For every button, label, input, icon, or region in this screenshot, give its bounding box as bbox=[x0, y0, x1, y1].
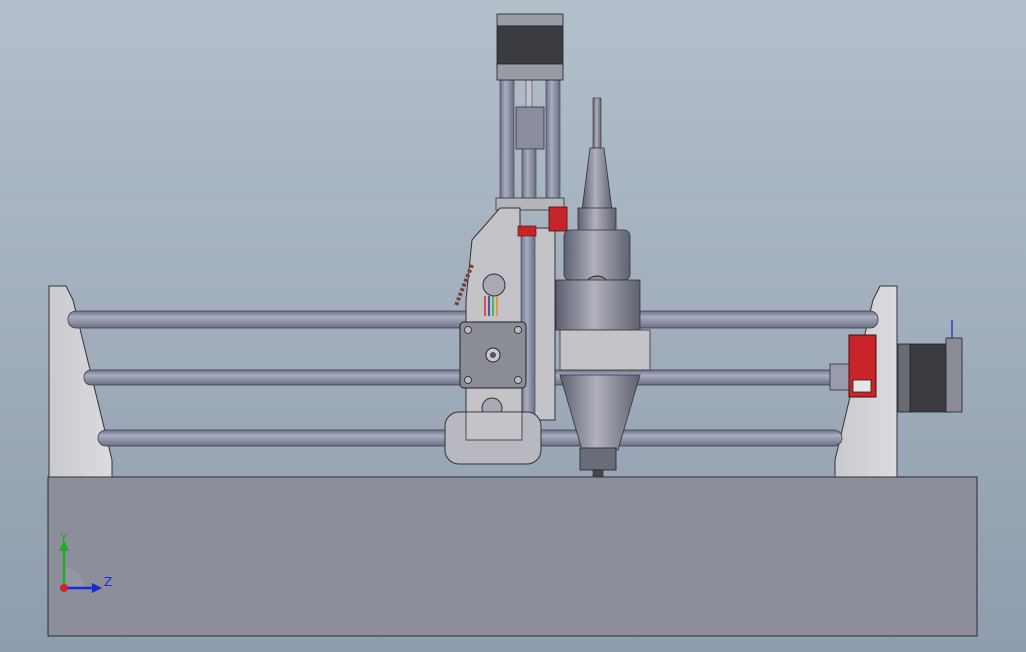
spindle-body-upper bbox=[563, 229, 631, 281]
carriage-stepper-motor-icon[interactable] bbox=[459, 321, 527, 389]
spindle-antenna bbox=[592, 97, 602, 149]
spindle-bit bbox=[592, 469, 604, 477]
carriage-motor-shaft-inner bbox=[490, 352, 496, 358]
base-plate[interactable] bbox=[47, 476, 978, 637]
motor-endcap bbox=[945, 337, 963, 413]
x-axis-dot bbox=[60, 584, 68, 592]
driver-connector bbox=[852, 379, 872, 393]
screw-tl bbox=[464, 326, 472, 334]
z-axis-label: Z bbox=[104, 575, 112, 589]
z-motor-body bbox=[496, 25, 564, 69]
z-axis-assembly[interactable] bbox=[495, 13, 565, 211]
motor-flange bbox=[897, 343, 911, 413]
spindle-chuck bbox=[579, 447, 617, 471]
screw-bl bbox=[464, 376, 472, 384]
carriage-red-tab bbox=[548, 206, 568, 232]
z-rod-left bbox=[499, 79, 515, 203]
z-coupler bbox=[515, 106, 545, 150]
carriage-red-tab-small bbox=[517, 225, 537, 237]
motor-body bbox=[909, 343, 951, 413]
screw-tr bbox=[514, 326, 522, 334]
screw-br bbox=[514, 376, 522, 384]
z-motor-bottom bbox=[496, 63, 564, 81]
spindle-body-mid bbox=[555, 279, 641, 331]
cad-viewport[interactable]: Y Z bbox=[0, 0, 1026, 652]
y-axis-label: Y bbox=[59, 531, 68, 545]
carriage-bearing-top bbox=[482, 273, 506, 297]
z-rod-right bbox=[545, 79, 561, 203]
carriage-roller-center bbox=[465, 411, 523, 441]
spindle-bracket bbox=[559, 329, 651, 371]
z-motor-plate bbox=[496, 13, 564, 27]
spindle-collar bbox=[577, 207, 617, 233]
cnc-assembly-model[interactable]: Y Z bbox=[0, 0, 1026, 652]
